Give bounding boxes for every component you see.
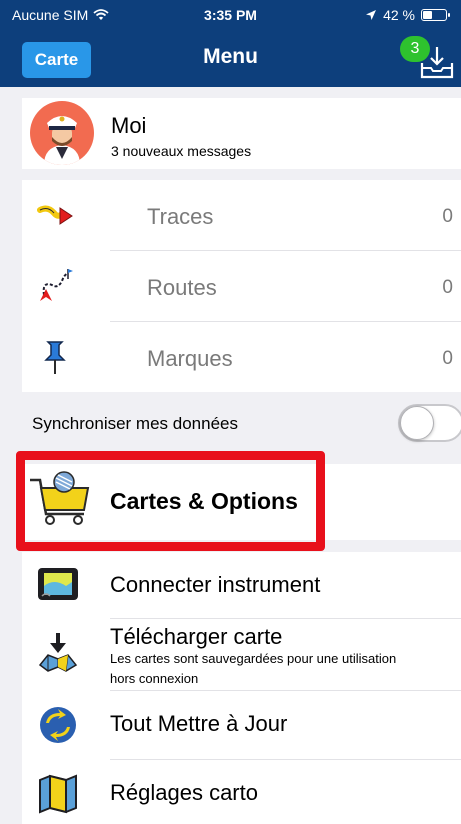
captain-avatar-icon (44, 116, 80, 165)
profile-name: Moi (111, 113, 147, 138)
instrument-icon (38, 568, 78, 600)
location-arrow-icon (366, 10, 377, 20)
status-bar: Aucune SIM 3:35 PM 42 % (0, 0, 461, 28)
download-map-icon (38, 633, 78, 672)
battery-icon (421, 9, 450, 21)
battery-percent: 42 % (383, 7, 415, 23)
status-right: 42 % (365, 7, 450, 23)
traces-count: 0 (442, 206, 453, 227)
map-settings-row[interactable]: Réglages carto (22, 760, 461, 824)
traces-label: Traces (147, 204, 214, 229)
update-globe-icon (40, 707, 76, 743)
profile-row[interactable]: Moi 3 nouveaux messages (22, 98, 461, 169)
marques-row[interactable]: Marques 0 (22, 322, 461, 392)
download-map-subtitle: Les cartes sont sauvegardées pour une ut… (110, 651, 397, 686)
top-bar: Aucune SIM 3:35 PM 42 % Carte Menu 3 (0, 0, 461, 87)
route-icon (40, 269, 73, 301)
nav-title: Menu (203, 45, 258, 68)
highlight-box (16, 451, 325, 551)
routes-count: 0 (442, 277, 453, 298)
user-data-group: Traces 0 Routes 0 Marques 0 (22, 180, 461, 392)
avatar (30, 101, 94, 165)
connect-instrument-row[interactable]: Connecter instrument (22, 552, 461, 618)
download-map-row[interactable]: Télécharger carte Les cartes sont sauveg… (22, 619, 461, 690)
map-settings-icon (39, 774, 77, 814)
menu-list: Connecter instrument Télécharger carte L… (22, 552, 461, 824)
download-map-label: Télécharger carte (110, 624, 283, 649)
connect-instrument-label: Connecter instrument (110, 572, 321, 597)
track-icon (37, 205, 73, 225)
profile-subtitle: 3 nouveaux messages (111, 143, 252, 159)
marques-label: Marques (147, 346, 233, 371)
sync-label: Synchroniser mes données (32, 414, 239, 433)
pin-icon (44, 341, 66, 374)
sync-toggle[interactable] (398, 404, 461, 442)
routes-label: Routes (147, 275, 217, 300)
traces-row[interactable]: Traces 0 (22, 180, 461, 250)
routes-row[interactable]: Routes 0 (22, 251, 461, 321)
update-all-label: Tout Mettre à Jour (110, 711, 288, 736)
download-badge: 3 (400, 36, 430, 62)
update-all-row[interactable]: Tout Mettre à Jour (22, 691, 461, 759)
map-settings-label: Réglages carto (110, 780, 258, 805)
toggle-knob (400, 406, 434, 440)
marques-count: 0 (442, 348, 453, 369)
